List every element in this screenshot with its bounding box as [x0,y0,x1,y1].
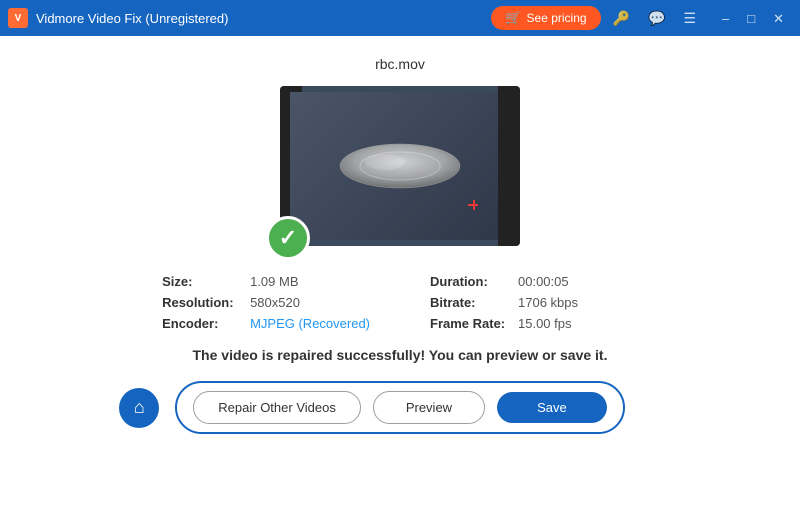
repair-other-videos-button[interactable]: Repair Other Videos [193,391,361,424]
save-button[interactable]: Save [497,392,607,423]
encoder-row: Encoder: MJPEG (Recovered) [162,316,370,331]
size-value: 1.09 MB [250,274,298,289]
size-row: Size: 1.09 MB [162,274,370,289]
title-left: V Vidmore Video Fix (Unregistered) [8,8,228,28]
encoder-label: Encoder: [162,316,242,331]
duration-label: Duration: [430,274,510,289]
success-message: The video is repaired successfully! You … [193,347,608,363]
window-controls: – □ ✕ [714,10,792,27]
resolution-value: 580x520 [250,295,300,310]
home-button[interactable]: ⌂ [119,388,159,428]
success-badge: ✓ [266,216,310,260]
title-bar: V Vidmore Video Fix (Unregistered) 🛒 See… [0,0,800,36]
duration-row: Duration: 00:00:05 [430,274,638,289]
encoder-value: MJPEG (Recovered) [250,316,370,331]
size-label: Size: [162,274,242,289]
action-container: ⌂ Repair Other Videos Preview Save [175,381,624,434]
file-name: rbc.mov [375,56,425,72]
check-icon: ✓ [279,227,297,249]
action-area: Repair Other Videos Preview Save [175,381,624,434]
resolution-label: Resolution: [162,295,242,310]
resolution-row: Resolution: 580x520 [162,295,370,310]
close-button[interactable]: ✕ [765,10,792,27]
bitrate-row: Bitrate: 1706 kbps [430,295,638,310]
preview-button[interactable]: Preview [373,391,485,424]
key-icon-button[interactable]: 🔑 [607,8,636,29]
title-text: Vidmore Video Fix (Unregistered) [36,11,228,26]
main-content: rbc.mov ✓ [0,36,800,519]
framerate-row: Frame Rate: 15.00 fps [430,316,638,331]
video-inner [290,92,510,240]
bitrate-value: 1706 kbps [518,295,578,310]
video-right-panel [498,86,520,246]
video-thumbnail [335,140,465,192]
duration-value: 00:00:05 [518,274,569,289]
cart-icon: 🛒 [505,10,521,26]
video-preview: ✓ [280,86,520,246]
bitrate-label: Bitrate: [430,295,510,310]
title-right: 🛒 See pricing 🔑 💬 ☰ – □ ✕ [491,6,792,30]
framerate-label: Frame Rate: [430,316,510,331]
home-icon: ⌂ [134,397,145,418]
menu-icon-button[interactable]: ☰ [677,8,702,29]
video-info-table: Size: 1.09 MB Duration: 00:00:05 Resolut… [162,274,638,331]
maximize-button[interactable]: □ [739,10,763,27]
chat-icon-button[interactable]: 💬 [642,8,671,29]
minimize-button[interactable]: – [714,10,737,27]
framerate-value: 15.00 fps [518,316,572,331]
app-logo: V [8,8,28,28]
see-pricing-button[interactable]: 🛒 See pricing [491,6,600,30]
cursor-indicator [468,200,480,212]
